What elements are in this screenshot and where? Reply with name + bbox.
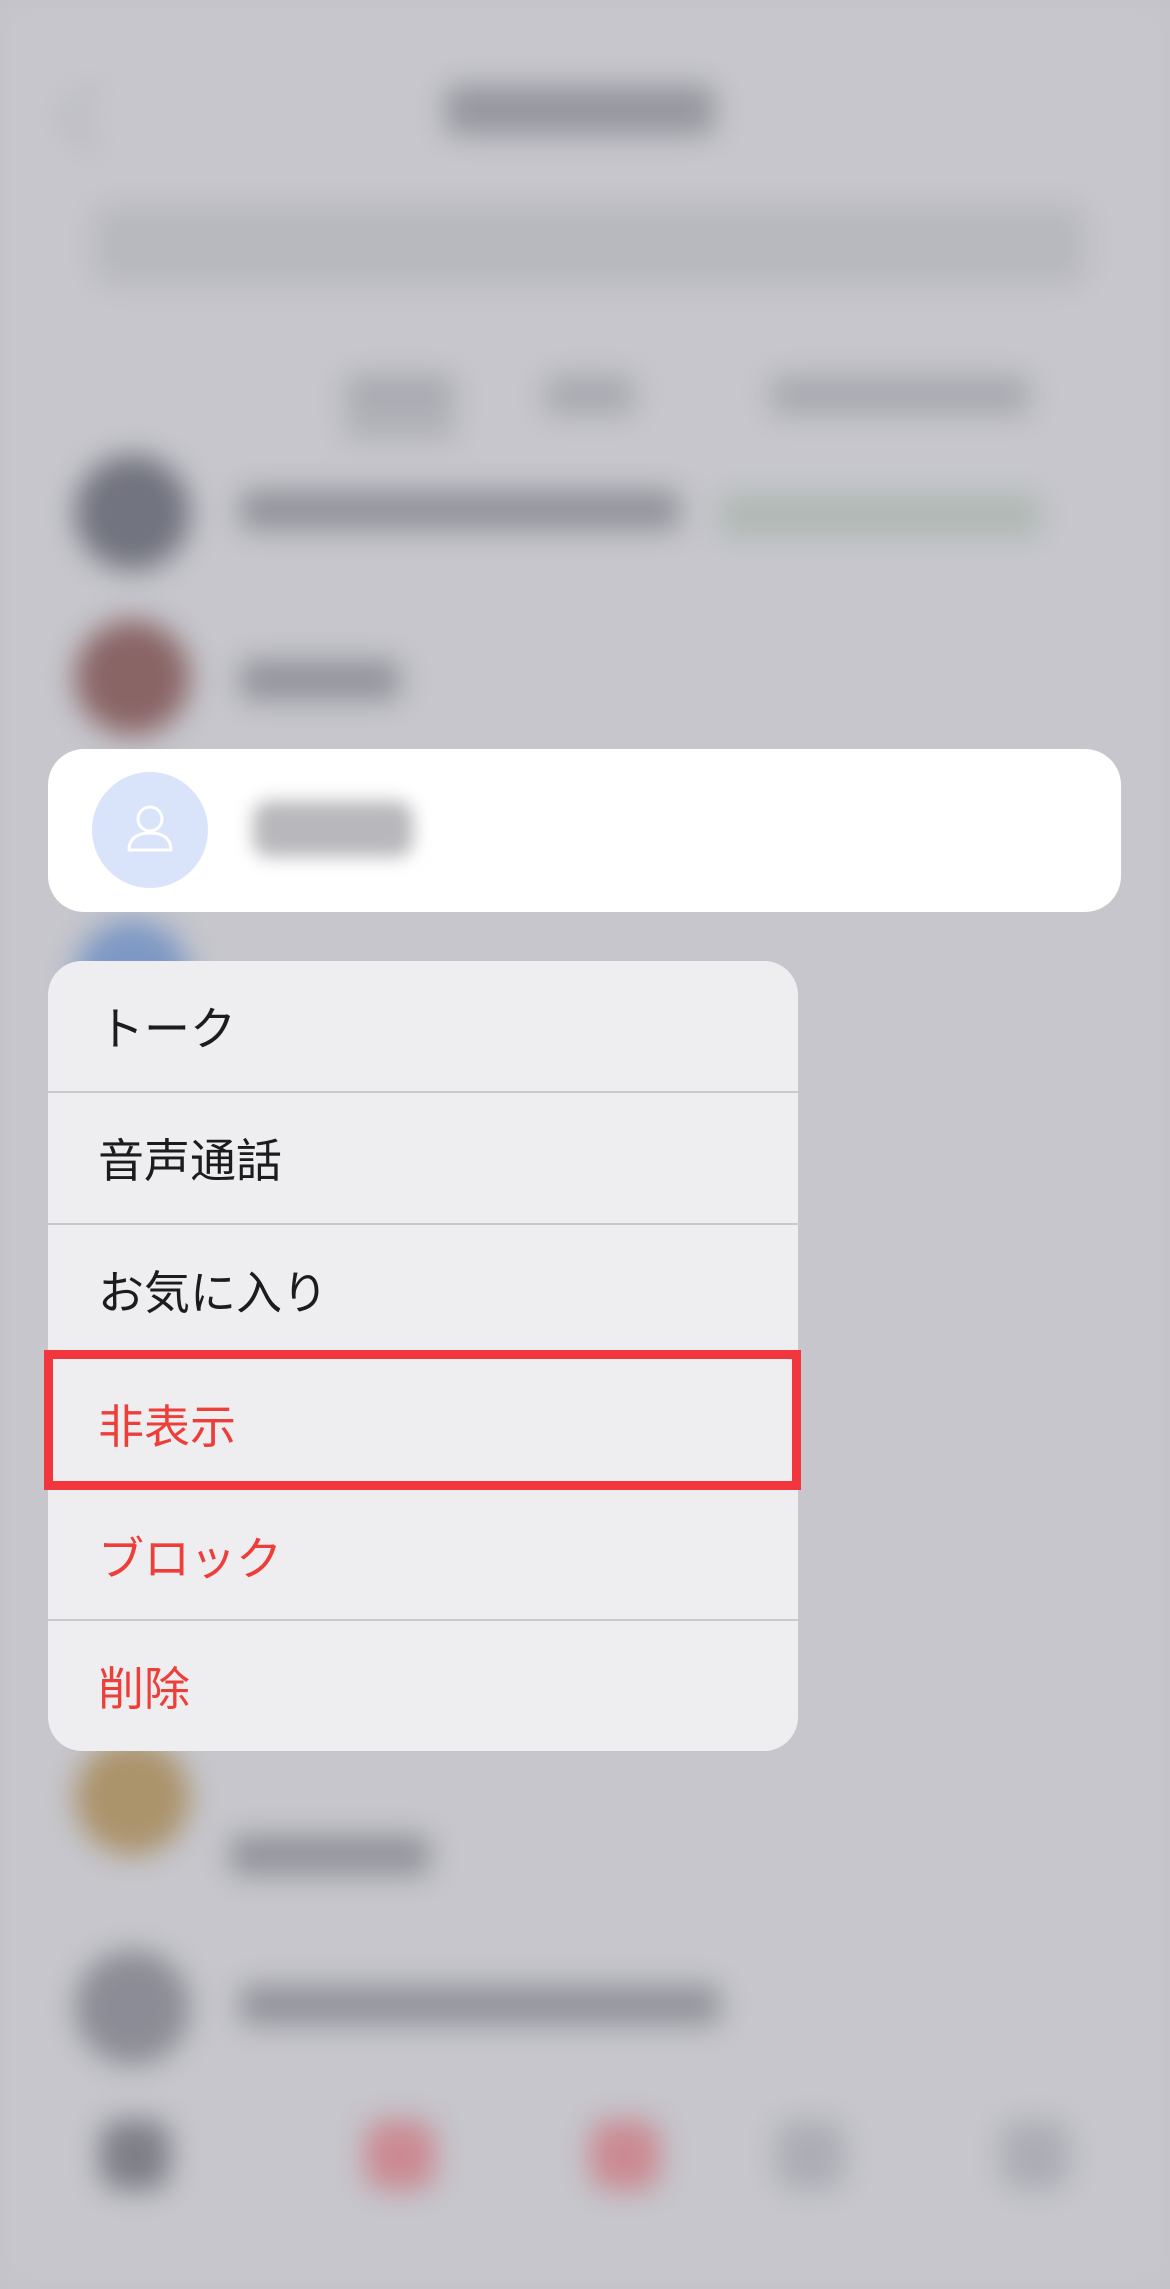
menu-item-block[interactable]: ブロック [48,1491,798,1621]
avatar [92,772,208,888]
screen: トーク 音声通話 お気に入り 非表示 ブロック 削除 [0,0,1170,2289]
menu-item-label: 音声通話 [98,1134,282,1188]
menu-item-label: ブロック [98,1532,282,1586]
menu-item-label: トーク [98,1002,236,1056]
contact-name-redacted [253,801,413,857]
menu-item-label: お気に入り [98,1266,328,1320]
menu-item-talk[interactable]: トーク [48,961,798,1091]
context-menu: トーク 音声通話 お気に入り 非表示 ブロック 削除 [48,961,798,1751]
menu-item-voice-call[interactable]: 音声通話 [48,1093,798,1223]
menu-item-label: 非表示 [98,1399,236,1454]
person-outline-icon [127,805,173,852]
menu-item-delete[interactable]: 削除 [48,1621,798,1751]
menu-item-hide[interactable]: 非表示 [48,1356,798,1491]
menu-item-label: 削除 [98,1662,190,1716]
menu-item-favorite[interactable]: お気に入り [48,1225,798,1355]
contact-preview-card[interactable] [48,749,1121,912]
